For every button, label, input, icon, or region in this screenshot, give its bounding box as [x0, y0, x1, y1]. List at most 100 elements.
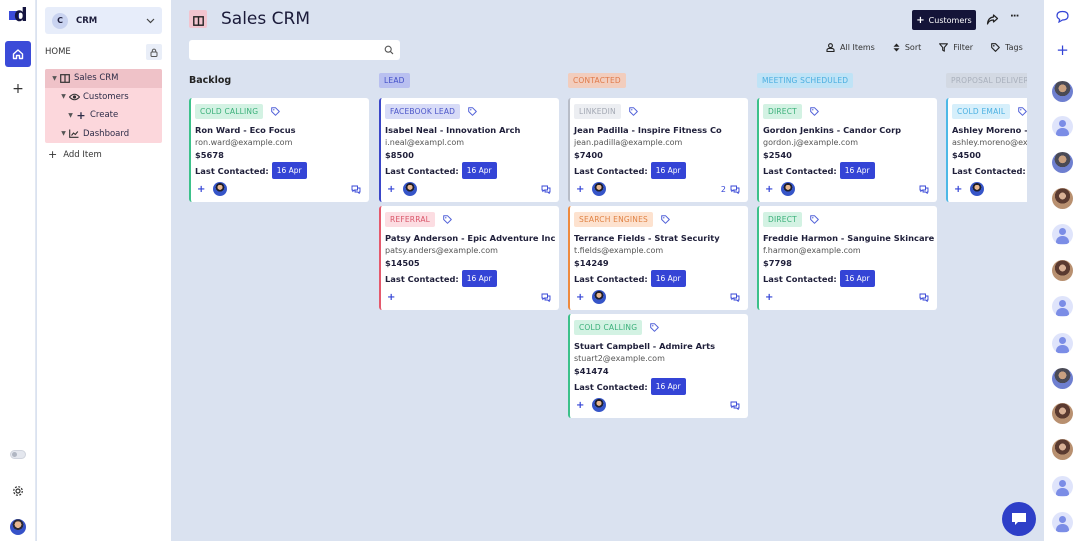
deal-card[interactable]: COLD CALLING Stuart Campbell - Admire Ar…: [568, 314, 748, 418]
member-avatar[interactable]: [1052, 296, 1073, 317]
tag-icon[interactable]: [271, 106, 281, 116]
last-contacted-date[interactable]: 16 Apr: [650, 378, 686, 395]
search-input[interactable]: [189, 40, 379, 60]
member-avatar[interactable]: [1052, 81, 1073, 102]
tree-item-sales-crm[interactable]: ▼ Sales CRM: [45, 69, 162, 88]
home-button[interactable]: [5, 41, 31, 67]
add-item-button[interactable]: + Add Item: [48, 148, 102, 161]
add-assignee-button[interactable]: +: [197, 184, 207, 195]
add-assignee-button[interactable]: +: [387, 184, 397, 195]
source-tag[interactable]: COLD CALLING: [574, 319, 643, 335]
comment-icon[interactable]: [1056, 10, 1069, 23]
comments-button[interactable]: [726, 293, 740, 302]
assignee-avatar[interactable]: [781, 182, 795, 196]
deal-card[interactable]: COLD CALLING Ron Ward - Eco Focus ron.wa…: [189, 98, 369, 202]
source-tag[interactable]: FACEBOOK LEAD: [385, 103, 461, 119]
comments-button[interactable]: [915, 293, 929, 302]
assignee-avatar[interactable]: [592, 182, 606, 196]
last-contacted-date[interactable]: 16 Apr: [839, 162, 875, 179]
tag-icon[interactable]: [443, 214, 452, 224]
assignee-avatar[interactable]: [403, 182, 417, 196]
tree-item-customers[interactable]: ▼ Customers: [45, 88, 162, 107]
tree-item-dashboard[interactable]: ▼ Dashboard: [45, 125, 162, 144]
deal-card[interactable]: REFERRAL Patsy Anderson - Epic Adventure…: [379, 206, 559, 310]
member-avatar[interactable]: [1052, 260, 1073, 281]
source-tag[interactable]: DIRECT: [763, 103, 802, 119]
caret-down-icon[interactable]: ▼: [50, 75, 59, 82]
deal-card[interactable]: DIRECT Freddie Harmon - Sanguine Skincar…: [757, 206, 937, 310]
member-avatar[interactable]: [1052, 439, 1073, 460]
add-customer-button[interactable]: + Customers: [912, 10, 976, 30]
source-tag[interactable]: REFERRAL: [385, 211, 436, 227]
tree-item-create[interactable]: ▼ + Create: [45, 106, 162, 125]
tag-icon[interactable]: [468, 106, 477, 116]
column-status-badge[interactable]: PROPOSAL DELIVERED: [946, 73, 1027, 88]
all-items-button[interactable]: All Items: [826, 43, 875, 52]
member-avatar[interactable]: [1052, 512, 1073, 533]
member-avatar[interactable]: [1052, 116, 1073, 137]
comments-button[interactable]: 2: [721, 185, 740, 194]
gear-icon[interactable]: [12, 485, 24, 497]
assignee-avatar[interactable]: [970, 182, 984, 196]
tag-icon[interactable]: [810, 214, 819, 224]
add-assignee-button[interactable]: +: [765, 292, 775, 303]
assignee-avatar[interactable]: [592, 290, 606, 304]
member-avatar[interactable]: [1052, 188, 1073, 209]
last-contacted-date[interactable]: 16 Apr: [650, 270, 686, 287]
deal-card[interactable]: DIRECT Gordon Jenkins - Candor Corp gord…: [757, 98, 937, 202]
member-avatar[interactable]: [1052, 224, 1073, 245]
comments-button[interactable]: [347, 185, 361, 194]
column-status-badge[interactable]: MEETING SCHEDULED: [757, 73, 854, 88]
user-avatar[interactable]: [10, 519, 26, 535]
member-avatar[interactable]: [1052, 403, 1073, 424]
last-contacted-date[interactable]: 16 Apr: [271, 162, 307, 179]
more-options-icon[interactable]: ···: [1010, 11, 1019, 22]
add-member-button[interactable]: +: [1056, 43, 1069, 58]
comments-button[interactable]: [915, 185, 929, 194]
column-status-badge[interactable]: CONTACTED: [568, 73, 626, 88]
assignee-avatar[interactable]: [592, 398, 606, 412]
column-title[interactable]: Backlog: [189, 75, 231, 86]
tag-icon[interactable]: [810, 106, 819, 116]
member-avatar[interactable]: [1052, 333, 1073, 354]
add-assignee-button[interactable]: +: [576, 292, 586, 303]
sort-button[interactable]: Sort: [893, 43, 921, 52]
app-logo[interactable]: d: [9, 6, 28, 27]
add-assignee-button[interactable]: +: [387, 292, 397, 303]
comments-button[interactable]: [537, 293, 551, 302]
add-assignee-button[interactable]: +: [576, 400, 586, 411]
last-contacted-date[interactable]: 16 Apr: [839, 270, 875, 287]
add-assignee-button[interactable]: +: [576, 184, 586, 195]
add-workspace-button[interactable]: +: [11, 82, 25, 96]
theme-toggle[interactable]: [10, 450, 26, 459]
caret-down-icon[interactable]: ▼: [59, 93, 68, 100]
share-icon[interactable]: [986, 13, 999, 26]
tags-button[interactable]: Tags: [991, 43, 1023, 52]
source-tag[interactable]: LINKEDIN: [574, 103, 621, 119]
member-avatar[interactable]: [1052, 476, 1073, 497]
lock-button[interactable]: [146, 44, 162, 60]
caret-down-icon[interactable]: ▼: [66, 112, 75, 119]
deal-card[interactable]: SEARCH ENGINES Terrance Fields - Strat S…: [568, 206, 748, 310]
column-status-badge[interactable]: LEAD: [379, 73, 410, 88]
member-avatar[interactable]: [1052, 152, 1073, 173]
deal-card[interactable]: COLD EMAIL Ashley Moreno - Vor ashley.mo…: [946, 98, 1027, 202]
last-contacted-date[interactable]: 16 Apr: [461, 270, 497, 287]
tag-icon[interactable]: [1018, 106, 1027, 116]
last-contacted-date[interactable]: 16 Apr: [461, 162, 497, 179]
workspace-switcher[interactable]: C CRM: [45, 7, 162, 34]
chat-button[interactable]: [1002, 502, 1036, 536]
source-tag[interactable]: COLD CALLING: [195, 103, 264, 119]
source-tag[interactable]: SEARCH ENGINES: [574, 211, 654, 227]
add-assignee-button[interactable]: +: [765, 184, 775, 195]
assignee-avatar[interactable]: [213, 182, 227, 196]
member-avatar[interactable]: [1052, 368, 1073, 389]
search-icon[interactable]: [384, 45, 394, 55]
tag-icon[interactable]: [629, 106, 638, 116]
comments-button[interactable]: [726, 401, 740, 410]
deal-card[interactable]: LINKEDIN Jean Padilla - Inspire Fitness …: [568, 98, 748, 202]
caret-down-icon[interactable]: ▼: [59, 130, 68, 137]
tag-icon[interactable]: [650, 322, 660, 332]
source-tag[interactable]: DIRECT: [763, 211, 802, 227]
deal-card[interactable]: FACEBOOK LEAD Isabel Neal - Innovation A…: [379, 98, 559, 202]
